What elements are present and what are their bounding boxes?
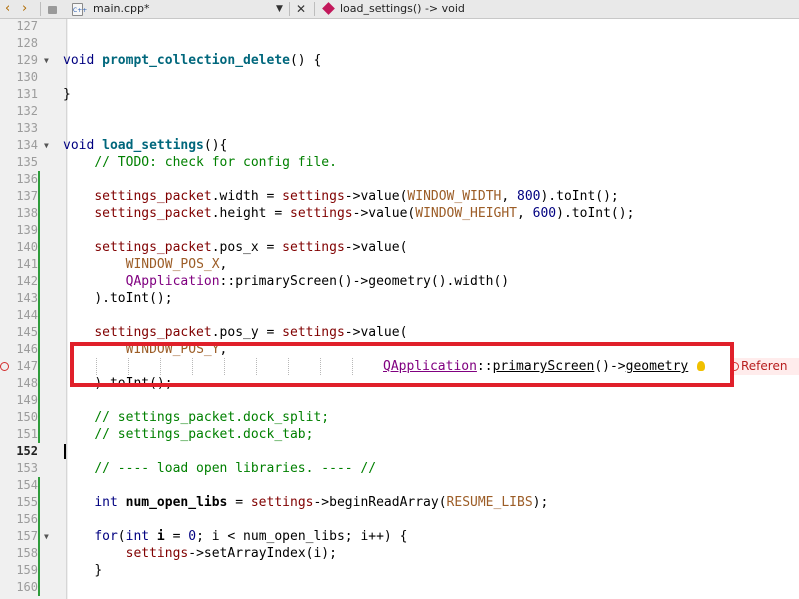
line-number: 155 xyxy=(16,495,38,509)
line-number: 142 xyxy=(16,274,38,288)
code-line-141: WINDOW_POS_X, xyxy=(125,257,228,272)
code-line-135: // TODO: check for config file. xyxy=(94,155,337,170)
gutter-divider xyxy=(66,19,67,599)
line-number: 139 xyxy=(16,223,38,237)
code-line-140: settings_packet.pos_x = settings->value( xyxy=(94,240,408,255)
error-highlight-box xyxy=(70,342,734,387)
line-number: 150 xyxy=(16,410,38,424)
line-number: 160 xyxy=(16,580,38,594)
fold-toggle-icon[interactable]: ▼ xyxy=(44,137,49,154)
error-circle-icon[interactable] xyxy=(0,362,9,371)
line-number: 136 xyxy=(16,172,38,186)
line-number: 137 xyxy=(16,189,38,203)
line-number: 143 xyxy=(16,291,38,305)
line-number: 145 xyxy=(16,325,38,339)
toolbar-separator xyxy=(289,2,290,16)
code-line-150: // settings_packet.dock_split; xyxy=(94,410,330,425)
toolbar-separator xyxy=(40,2,41,16)
line-number: 154 xyxy=(16,478,38,492)
line-number: 130 xyxy=(16,70,38,84)
code-line-159: } xyxy=(94,563,103,578)
text-cursor xyxy=(64,444,66,459)
code-line-134: void load_settings(){ xyxy=(63,138,228,153)
editor-toolbar: ‹ › C++ main.cpp* ▼ ✕ load_settings() ->… xyxy=(0,0,799,19)
code-line-155: int num_open_libs = settings->beginReadA… xyxy=(94,495,549,510)
code-line-129: void prompt_collection_delete() { xyxy=(63,53,322,68)
code-line-157: for(int i = 0; i < num_open_libs; i++) { xyxy=(94,529,408,544)
fold-toggle-icon[interactable]: ▼ xyxy=(44,52,49,69)
code-line-153: // ---- load open libraries. ---- // xyxy=(94,461,377,476)
code-line-143: ).toInt(); xyxy=(94,291,173,306)
code-line-145: settings_packet.pos_y = settings->value( xyxy=(94,325,408,340)
close-document-button[interactable]: ✕ xyxy=(296,0,306,18)
code-line-151: // settings_packet.dock_tab; xyxy=(94,427,314,442)
inline-error-annotation[interactable]: Referen xyxy=(730,358,799,375)
line-number: 138 xyxy=(16,206,38,220)
line-number: 158 xyxy=(16,546,38,560)
code-line-138: settings_packet.height = settings->value… xyxy=(94,206,635,221)
line-number: 129 xyxy=(16,53,38,67)
fold-toggle-icon[interactable]: ▼ xyxy=(44,528,49,545)
line-number: 151 xyxy=(16,427,38,441)
line-number: 127 xyxy=(16,19,38,33)
line-number: 146 xyxy=(16,342,38,356)
chevron-left-icon[interactable]: ‹ xyxy=(5,0,10,18)
line-number: 149 xyxy=(16,393,38,407)
line-number: 134 xyxy=(16,138,38,152)
line-number: 153 xyxy=(16,461,38,475)
function-symbol-selector[interactable]: load_settings() -> void xyxy=(340,0,465,18)
line-number: 140 xyxy=(16,240,38,254)
line-number: 133 xyxy=(16,121,38,135)
toolbar-separator xyxy=(314,2,315,16)
code-line-158: settings->setArrayIndex(i); xyxy=(125,546,337,561)
change-marker xyxy=(38,477,40,596)
line-number: 135 xyxy=(16,155,38,169)
code-line-131: } xyxy=(63,87,71,102)
line-number: 128 xyxy=(16,36,38,50)
code-line-137: settings_packet.width = settings->value(… xyxy=(94,189,619,204)
lock-icon xyxy=(48,0,57,18)
file-name[interactable]: main.cpp* xyxy=(93,0,150,18)
function-icon xyxy=(322,0,335,18)
line-number: 141 xyxy=(16,257,38,271)
chevron-right-icon[interactable]: › xyxy=(22,0,27,18)
line-number: 131 xyxy=(16,87,38,101)
cpp-file-icon: C++ xyxy=(72,2,87,16)
line-number: 152 xyxy=(16,444,38,458)
line-number: 144 xyxy=(16,308,38,322)
line-number: 157 xyxy=(16,529,38,543)
code-line-142: QApplication::primaryScreen()->geometry(… xyxy=(125,274,510,289)
line-number: 132 xyxy=(16,104,38,118)
line-number: 156 xyxy=(16,512,38,526)
line-number: 159 xyxy=(16,563,38,577)
change-marker xyxy=(38,171,40,443)
chevron-down-icon[interactable]: ▼ xyxy=(276,0,283,18)
line-number: 148 xyxy=(16,376,38,390)
